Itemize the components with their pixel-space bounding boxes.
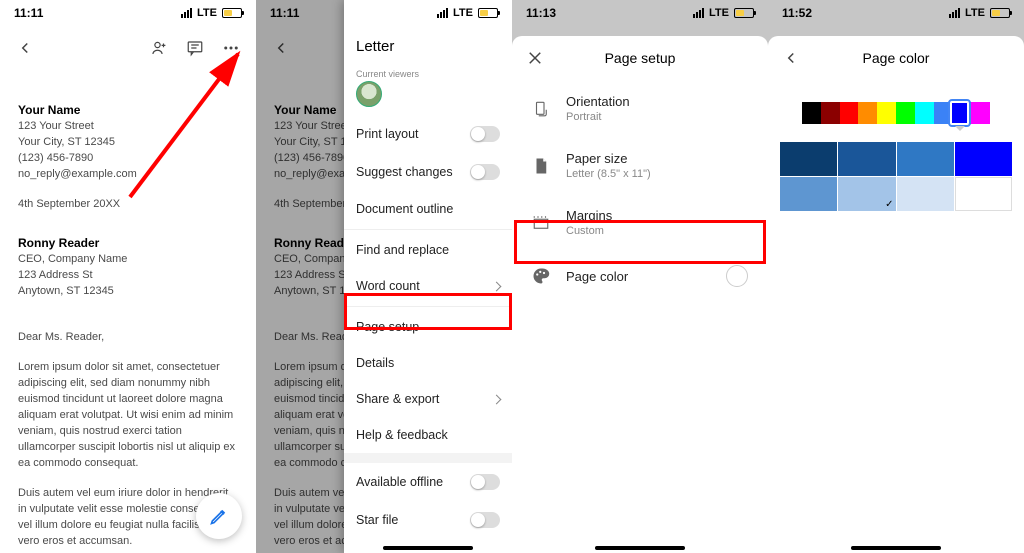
paper-icon — [532, 157, 550, 175]
orientation-icon — [532, 100, 550, 118]
network-label: LTE — [197, 7, 217, 19]
hue-swatch[interactable] — [915, 102, 934, 124]
hue-swatch[interactable] — [858, 102, 877, 124]
menu-document-outline[interactable]: Document outline — [344, 191, 512, 227]
screen-overflow-menu: 11:11 Your Name 123 Your StreetYour City… — [256, 0, 512, 553]
network-label: LTE — [709, 7, 729, 19]
screen-page-color: 11:52 LTE Page color ✓ — [768, 0, 1024, 553]
screen-document-view: 11:11 LTE Your Name 123 Your Street Your… — [0, 0, 256, 553]
page-setup-modal: Page setup OrientationPortrait Paper siz… — [512, 36, 768, 553]
add-person-icon[interactable] — [150, 39, 168, 57]
recipient-name: Ronny Reader — [18, 235, 238, 252]
status-time: 11:11 — [14, 6, 43, 20]
viewer-avatar[interactable] — [356, 81, 382, 107]
battery-icon — [222, 8, 242, 18]
home-indicator[interactable] — [595, 546, 685, 550]
battery-icon — [478, 8, 498, 18]
toggle-star[interactable] — [470, 512, 500, 528]
sender-city: Your City, ST 12345 — [18, 135, 238, 151]
palette-icon — [532, 267, 550, 285]
signal-bars-icon — [437, 8, 448, 18]
toggle-suggest[interactable] — [470, 164, 500, 180]
option-orientation[interactable]: OrientationPortrait — [512, 80, 768, 137]
modal-title: Page setup — [526, 50, 754, 66]
screen-page-setup: 11:13 LTE Page setup OrientationPortrait… — [512, 0, 768, 553]
hue-swatch[interactable] — [821, 102, 840, 124]
signal-bars-icon — [693, 8, 704, 18]
sender-name: Your Name — [18, 102, 238, 119]
document-body[interactable]: Your Name 123 Your Street Your City, ST … — [0, 102, 256, 553]
signal-bars-icon — [181, 8, 192, 18]
overflow-menu-sheet: LTE Letter Current viewers Print layout … — [344, 0, 512, 553]
toggle-print-layout[interactable] — [470, 126, 500, 142]
status-time: 11:13 — [526, 6, 556, 20]
shade-swatch[interactable]: ✓ — [838, 177, 895, 211]
status-time: 11:52 — [782, 6, 812, 20]
back-icon[interactable] — [16, 39, 34, 57]
shade-swatch[interactable] — [955, 142, 1012, 176]
app-toolbar — [0, 26, 256, 70]
current-color-swatch — [726, 265, 748, 287]
network-label: LTE — [453, 7, 473, 19]
menu-print-layout[interactable]: Print layout — [344, 115, 512, 153]
status-bar: 11:13 LTE — [512, 0, 768, 26]
page-color-modal: Page color ✓ — [768, 36, 1024, 553]
current-viewers-label: Current viewers — [344, 61, 512, 81]
status-bar: LTE — [344, 0, 512, 26]
shade-swatch[interactable] — [897, 177, 954, 211]
shade-swatch[interactable] — [897, 142, 954, 176]
status-bar: 11:11 LTE — [0, 0, 256, 26]
comment-icon[interactable] — [186, 39, 204, 57]
menu-star-file[interactable]: Star file — [344, 501, 512, 539]
menu-suggest-changes[interactable]: Suggest changes — [344, 153, 512, 191]
body-para-1: Lorem ipsum dolor sit amet, consectetuer… — [18, 360, 238, 472]
shade-grid[interactable]: ✓ — [780, 142, 1012, 211]
salutation: Dear Ms. Reader, — [18, 330, 238, 346]
menu-share-export[interactable]: Share & export — [344, 381, 512, 417]
modal-title: Page color — [782, 50, 1010, 66]
letter-date: 4th September 20XX — [18, 197, 238, 213]
shade-swatch[interactable] — [780, 177, 837, 211]
edit-fab[interactable] — [196, 493, 242, 539]
hue-swatch[interactable] — [896, 102, 915, 124]
recipient-city: Anytown, ST 12345 — [18, 284, 238, 300]
checkmark-icon: ✓ — [885, 199, 893, 210]
menu-details[interactable]: Details — [344, 345, 512, 381]
hue-swatch[interactable] — [971, 102, 990, 124]
home-indicator[interactable] — [383, 546, 473, 550]
toggle-offline[interactable] — [470, 474, 500, 490]
menu-available-offline[interactable]: Available offline — [344, 463, 512, 501]
sender-phone: (123) 456-7890 — [18, 151, 238, 167]
hue-swatch[interactable] — [877, 102, 896, 124]
shade-swatch[interactable] — [955, 177, 1012, 211]
hue-picker[interactable] — [802, 102, 990, 124]
shade-swatch[interactable] — [838, 142, 895, 176]
home-indicator[interactable] — [851, 546, 941, 550]
highlight-page-color — [514, 220, 766, 264]
battery-icon — [734, 8, 754, 18]
document-title: Letter — [344, 26, 512, 61]
shade-swatch[interactable] — [780, 142, 837, 176]
network-label: LTE — [965, 7, 985, 19]
status-bar: 11:52 LTE — [768, 0, 1024, 26]
menu-find-replace[interactable]: Find and replace — [344, 232, 512, 268]
signal-bars-icon — [949, 8, 960, 18]
menu-help-feedback[interactable]: Help & feedback — [344, 417, 512, 453]
hue-swatch[interactable] — [840, 102, 859, 124]
hue-swatch[interactable] — [802, 102, 821, 124]
battery-icon — [990, 8, 1010, 18]
option-paper-size[interactable]: Paper sizeLetter (8.5" x 11") — [512, 137, 768, 194]
sender-email: no_reply@example.com — [18, 167, 238, 183]
recipient-street: 123 Address St — [18, 268, 238, 284]
recipient-title: CEO, Company Name — [18, 252, 238, 268]
sender-street: 123 Your Street — [18, 119, 238, 135]
more-icon[interactable] — [222, 39, 240, 57]
highlight-page-setup — [344, 293, 512, 330]
